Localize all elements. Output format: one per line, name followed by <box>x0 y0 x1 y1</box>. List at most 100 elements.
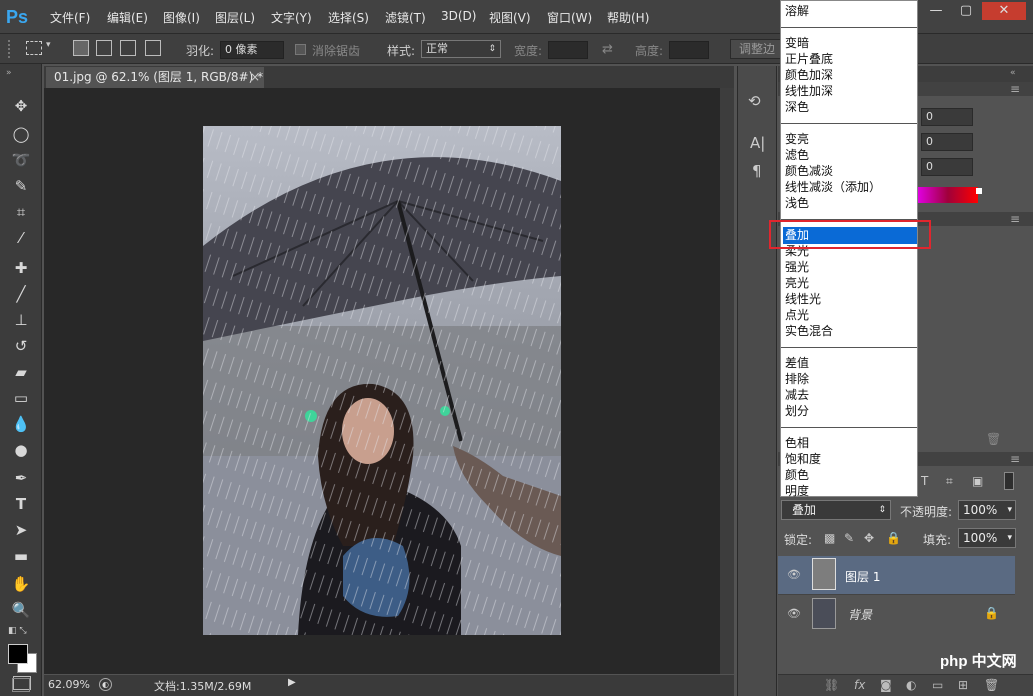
blend-option-saturation[interactable]: 饱和度 <box>785 451 821 467</box>
default-colors-icon[interactable]: ◧ ⤡ <box>8 626 27 636</box>
swap-icon[interactable]: ⇄ <box>602 42 613 57</box>
layer-name[interactable]: 图层 1 <box>845 568 880 585</box>
lasso-tool-icon[interactable]: ➰ <box>10 150 32 170</box>
blend-option-darken[interactable]: 变暗 <box>785 35 809 51</box>
refine-edge-button[interactable]: 调整边 <box>730 39 782 59</box>
lock-move-icon[interactable]: ✥ <box>864 531 874 545</box>
eraser-tool-icon[interactable]: ▰ <box>10 362 32 382</box>
blend-option-subtract[interactable]: 减去 <box>785 387 809 403</box>
vertical-scrollbar[interactable] <box>720 88 734 674</box>
new-layer-icon[interactable]: ⊞ <box>958 678 968 692</box>
menu-edit[interactable]: 编辑(E) <box>107 9 148 26</box>
blend-option-color[interactable]: 颜色 <box>785 467 809 483</box>
filter-toggle[interactable] <box>1004 472 1014 490</box>
rectangle-tool-icon[interactable]: ▬ <box>10 546 32 566</box>
blend-option-hue[interactable]: 色相 <box>785 435 809 451</box>
pen-tool-icon[interactable]: ✒ <box>10 468 32 488</box>
filter-smart-icon[interactable]: ▣ <box>972 474 983 488</box>
layer-row-layer1[interactable]: 👁 图层 1 <box>778 556 1015 594</box>
close-window-icon[interactable]: ✕ <box>982 2 1026 20</box>
blend-mode-select[interactable]: 叠加 ⇕ <box>781 500 891 520</box>
blend-option-multiply[interactable]: 正片叠底 <box>785 51 833 67</box>
add-selection-icon[interactable] <box>96 40 112 56</box>
adjustment-layer-icon[interactable]: ◐ <box>906 678 916 692</box>
menu-layer[interactable]: 图层(L) <box>215 9 255 26</box>
blend-option-luminosity[interactable]: 明度 <box>785 483 809 499</box>
document-tab[interactable]: 01.jpg @ 62.1% (图层 1, RGB/8#) * × <box>46 67 264 88</box>
blur-tool-icon[interactable]: 💧 <box>10 414 32 434</box>
document-image[interactable] <box>203 126 561 635</box>
screen-mode-icon[interactable] <box>12 678 30 692</box>
properties-value-1[interactable]: 0 <box>921 108 973 126</box>
quick-selection-icon[interactable]: ✎ <box>10 176 32 196</box>
foreground-color-swatch[interactable] <box>8 644 28 664</box>
menu-view[interactable]: 视图(V) <box>489 9 531 26</box>
blend-option-color-burn[interactable]: 颜色加深 <box>785 67 833 83</box>
delete-layer-icon[interactable]: 🗑 <box>984 678 999 692</box>
layer-style-icon[interactable]: fx <box>854 678 865 692</box>
character-panel-icon[interactable]: A| <box>750 134 765 152</box>
history-brush-icon[interactable]: ↺ <box>10 336 32 356</box>
trash-icon[interactable]: 🗑 <box>986 432 1001 446</box>
dodge-tool-icon[interactable]: ● <box>10 440 32 460</box>
blend-option-vivid-light[interactable]: 亮光 <box>785 275 809 291</box>
menu-type[interactable]: 文字(Y) <box>271 9 312 26</box>
subtract-selection-icon[interactable] <box>120 40 136 56</box>
new-group-icon[interactable]: ▭ <box>932 678 943 692</box>
zoom-tool-icon[interactable]: 🔍 <box>10 600 32 620</box>
layers-menu-icon[interactable]: ≡ <box>1010 452 1020 466</box>
lock-all-icon[interactable]: 🔒 <box>886 531 901 545</box>
menu-help[interactable]: 帮助(H) <box>607 9 649 26</box>
add-mask-icon[interactable]: ◙ <box>880 678 892 692</box>
minimize-icon[interactable]: — <box>922 2 950 20</box>
gradient-tool-icon[interactable]: ▭ <box>10 388 32 408</box>
paragraph-panel-icon[interactable]: ¶ <box>752 162 762 180</box>
blend-option-linear-burn[interactable]: 线性加深 <box>785 83 833 99</box>
filter-type-icon[interactable]: T <box>921 474 928 488</box>
menu-image[interactable]: 图像(I) <box>163 9 200 26</box>
blend-option-dissolve[interactable]: 溶解 <box>785 3 809 19</box>
blend-option-hard-mix[interactable]: 实色混合 <box>785 323 833 339</box>
fill-input[interactable]: 100% ▾ <box>958 528 1016 548</box>
visibility-eye-icon[interactable]: 👁 <box>786 607 802 621</box>
close-tab-icon[interactable]: × <box>250 67 260 88</box>
lock-transparent-icon[interactable]: ▩ <box>824 531 835 545</box>
blend-option-linear-light[interactable]: 线性光 <box>785 291 821 307</box>
menu-window[interactable]: 窗口(W) <box>547 9 592 26</box>
elliptical-marquee-icon[interactable]: ◯ <box>10 124 32 144</box>
blend-option-color-dodge[interactable]: 颜色减淡 <box>785 163 833 179</box>
adjustments-menu-icon[interactable]: ≡ <box>1010 212 1020 226</box>
lock-paint-icon[interactable]: ✎ <box>844 531 854 545</box>
eyedropper-icon[interactable]: ⁄ <box>10 228 32 248</box>
status-info-icon[interactable]: ◐ <box>99 678 112 691</box>
blend-option-lighter-color[interactable]: 浅色 <box>785 195 809 211</box>
menu-file[interactable]: 文件(F) <box>50 9 90 26</box>
filter-shape-icon[interactable]: ⌗ <box>946 474 953 489</box>
blend-option-exclusion[interactable]: 排除 <box>785 371 809 387</box>
properties-value-3[interactable]: 0 <box>921 158 973 176</box>
hand-tool-icon[interactable]: ✋ <box>10 574 32 594</box>
blend-option-divide[interactable]: 划分 <box>785 403 809 419</box>
color-ramp[interactable] <box>918 187 978 203</box>
clone-stamp-icon[interactable]: ⊥ <box>10 310 32 330</box>
brush-tool-icon[interactable]: ╱ <box>10 284 32 304</box>
properties-value-2[interactable]: 0 <box>921 133 973 151</box>
history-panel-icon[interactable]: ⟲ <box>748 92 761 110</box>
visibility-eye-icon[interactable]: 👁 <box>786 568 802 582</box>
feather-input[interactable]: 0 像素 <box>220 41 284 59</box>
blend-option-linear-dodge[interactable]: 线性减淡（添加） <box>785 179 881 195</box>
tool-preset-chevron-icon[interactable]: ▾ <box>46 40 51 50</box>
type-tool-icon[interactable]: T <box>10 494 32 514</box>
style-select[interactable]: 正常 ⇕ <box>421 40 501 58</box>
antialias-checkbox[interactable] <box>295 44 306 55</box>
zoom-level[interactable]: 62.09% <box>48 678 90 691</box>
properties-menu-icon[interactable]: ≡ <box>1010 82 1020 96</box>
status-menu-arrow-icon[interactable]: ▶ <box>288 677 296 688</box>
blend-option-screen[interactable]: 滤色 <box>785 147 809 163</box>
blend-option-darker-color[interactable]: 深色 <box>785 99 809 115</box>
menu-filter[interactable]: 滤镜(T) <box>385 9 426 26</box>
blend-option-lighten[interactable]: 变亮 <box>785 131 809 147</box>
intersect-selection-icon[interactable] <box>145 40 161 56</box>
move-tool-icon[interactable]: ✥ <box>10 96 32 116</box>
opacity-input[interactable]: 100% ▾ <box>958 500 1016 520</box>
